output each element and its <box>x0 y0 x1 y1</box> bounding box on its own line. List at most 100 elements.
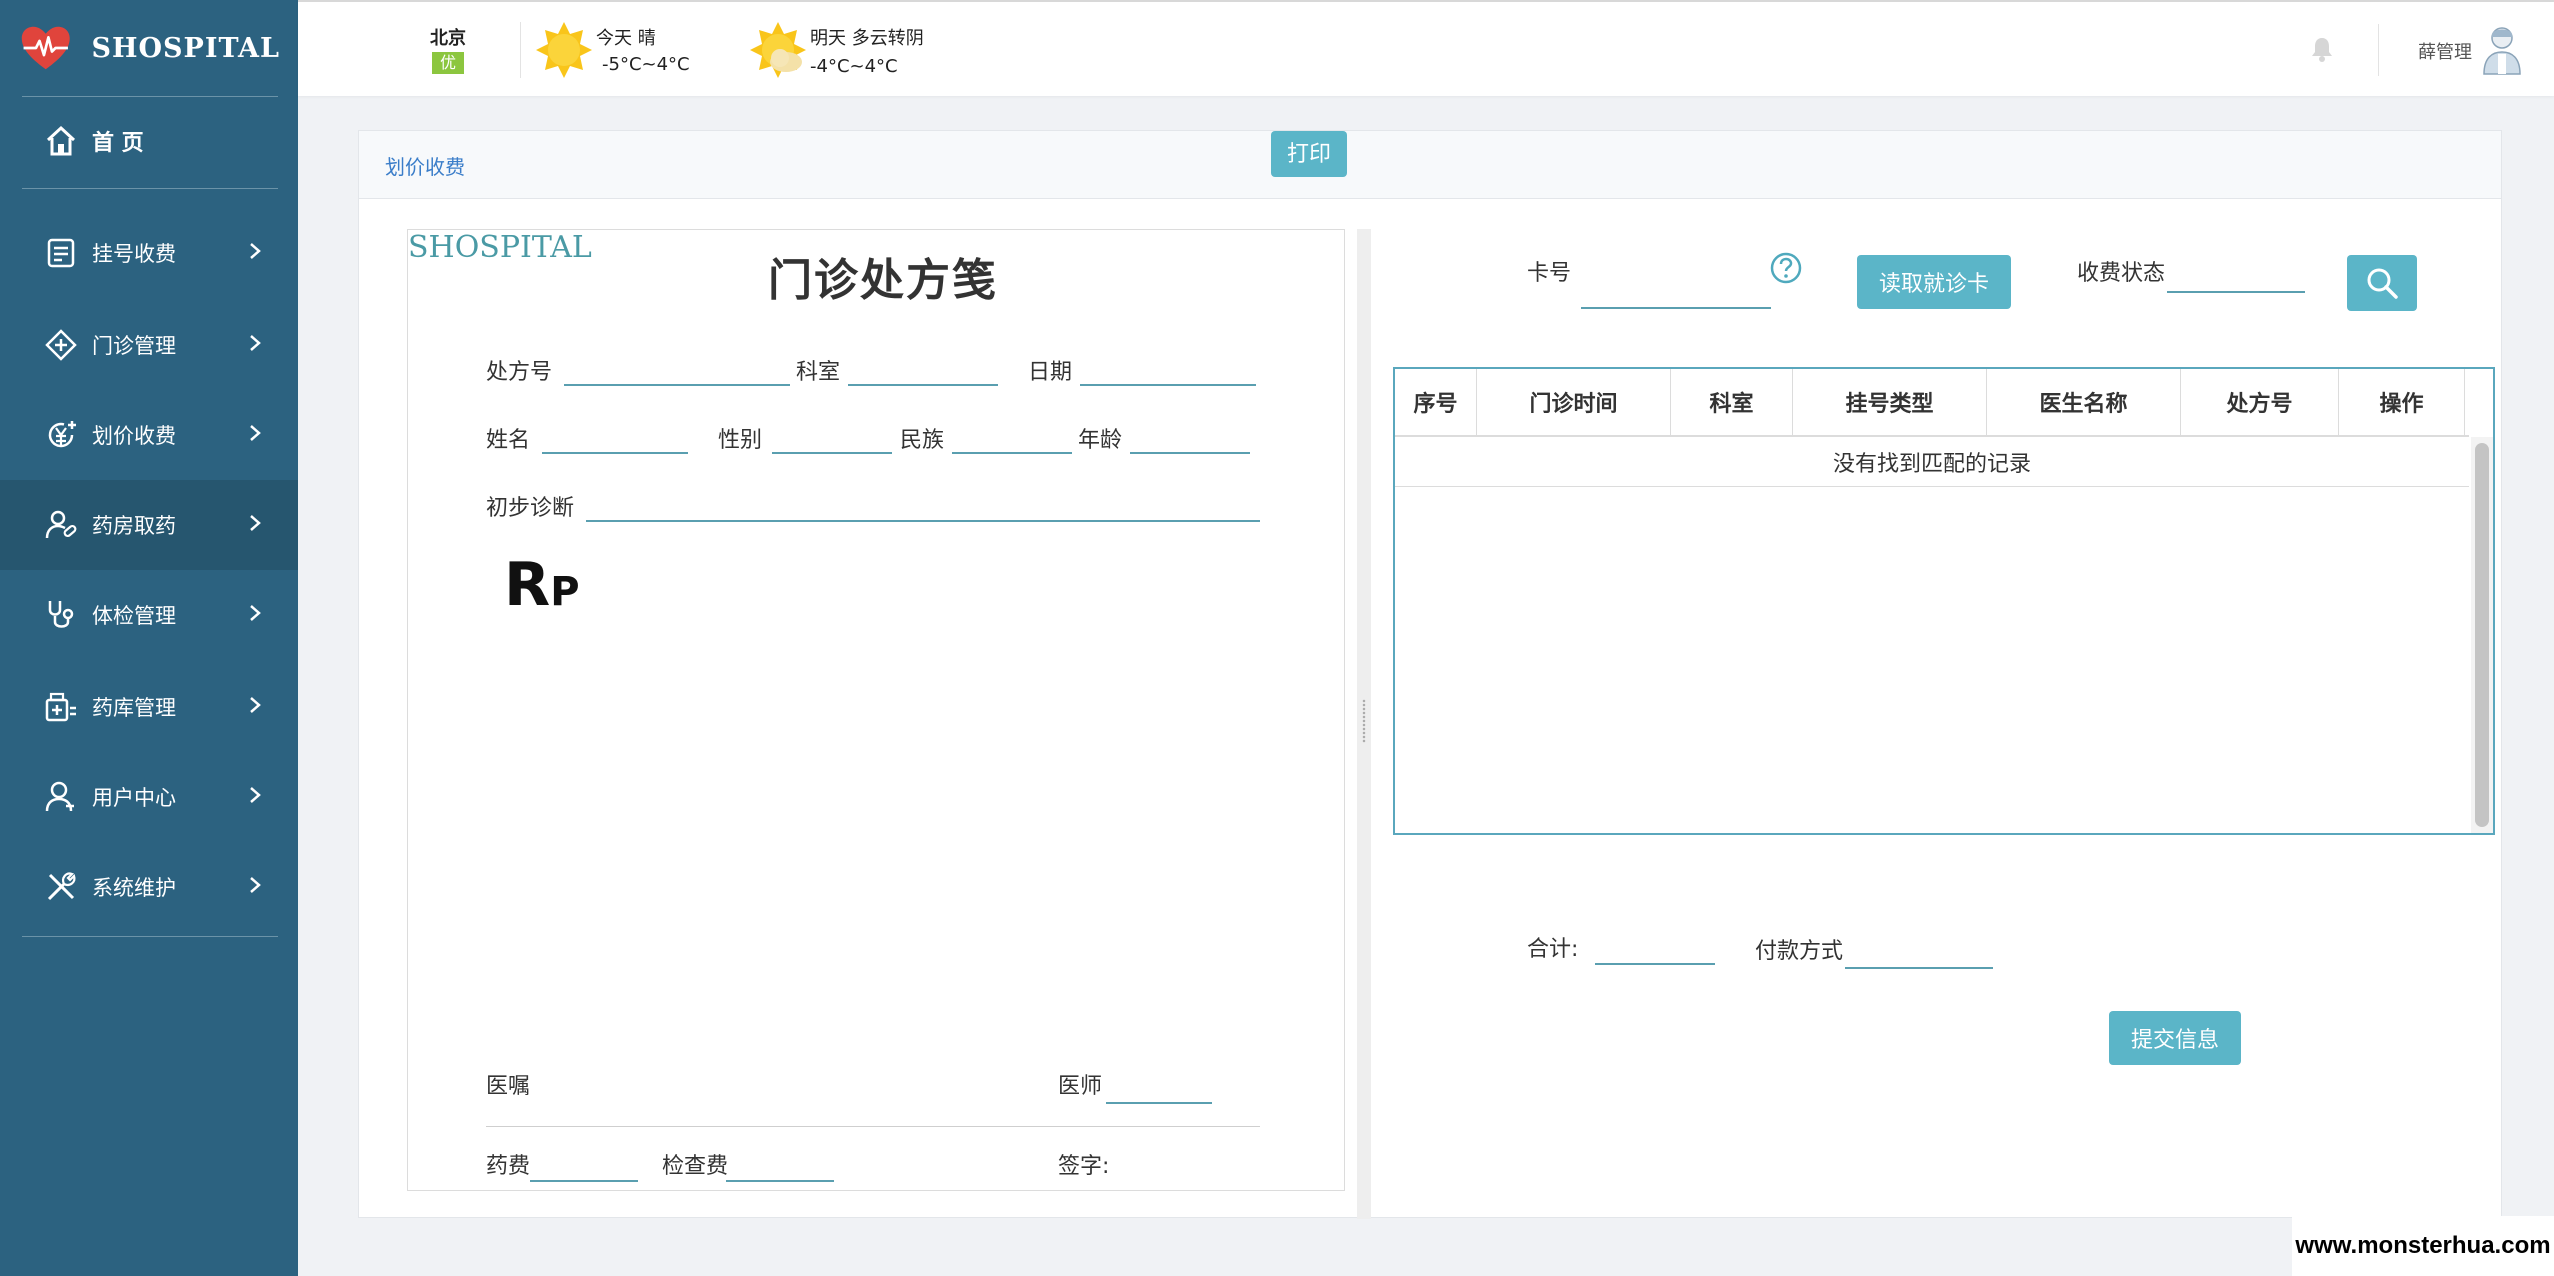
signature-label: 签字: <box>1058 1154 1110 1179</box>
age-field[interactable] <box>1130 452 1250 454</box>
print-button[interactable]: 打印 <box>1271 131 1347 177</box>
city-name: 北京 <box>430 28 466 49</box>
sidebar-item-user-center[interactable]: 用户中心 <box>0 752 298 842</box>
submit-button[interactable]: 提交信息 <box>2109 1011 2241 1065</box>
diagnosis-field[interactable] <box>586 520 1260 522</box>
card-header: 划价收费 <box>359 131 2501 199</box>
card-no-label: 卡号 <box>1527 261 1572 286</box>
chevron-right-icon <box>250 335 261 351</box>
payment-method-label: 付款方式 <box>1755 939 1844 964</box>
fee-status-label: 收费状态 <box>2077 261 2166 286</box>
drug-fee-field[interactable] <box>530 1180 638 1182</box>
dept-label: 科室 <box>796 360 841 385</box>
column-header[interactable]: 处方号 <box>2181 369 2339 435</box>
sidebar-item-medicine-storage[interactable]: 药库管理 <box>0 662 298 752</box>
tools-icon <box>47 872 76 901</box>
column-header[interactable]: 门诊时间 <box>1477 369 1671 435</box>
logo[interactable]: SHOSPITAL <box>20 20 280 76</box>
chevron-right-icon <box>250 515 261 531</box>
stethoscope-icon <box>48 601 74 628</box>
scrollbar-thumb[interactable] <box>2475 443 2489 827</box>
sidebar-item-label: 首 页 <box>92 131 144 156</box>
rx-symbol: RP <box>504 550 580 620</box>
fee-status-select[interactable] <box>2167 291 2305 293</box>
pricing-fee-icon <box>48 421 76 448</box>
chevron-right-icon <box>250 605 261 621</box>
date-label: 日期 <box>1028 360 1073 385</box>
exam-fee-field[interactable] <box>726 1180 834 1182</box>
tomorrow-weather: 明天 多云转阴 <box>810 28 924 49</box>
sidebar-divider <box>22 936 278 937</box>
help-icon[interactable] <box>1769 251 1803 285</box>
sidebar-item-register-fee[interactable]: 挂号收费 <box>0 208 298 298</box>
card-no-input[interactable] <box>1581 307 1771 309</box>
drug-fee-label: 药费 <box>486 1154 531 1179</box>
age-label: 年龄 <box>1078 428 1123 453</box>
rx-no-field[interactable] <box>564 384 790 386</box>
prescription-title: 门诊处方笺 <box>768 255 998 306</box>
sidebar-item-label: 系统维护 <box>92 876 176 900</box>
sidebar-item-outpatient[interactable]: 门诊管理 <box>0 300 298 390</box>
today-weather: 今天 晴 <box>596 28 656 49</box>
sunny-icon <box>536 22 592 78</box>
prescription-brand: SHOSPITAL <box>408 230 592 265</box>
tomorrow-temperature: -4°C~4°C <box>810 56 898 77</box>
total-label: 合计: <box>1527 937 1579 962</box>
sidebar-item-label: 用户中心 <box>92 786 176 810</box>
sidebar-item-label: 挂号收费 <box>92 242 176 266</box>
sidebar-item-system-maintenance[interactable]: 系统维护 <box>0 842 298 932</box>
sidebar-item-label: 药库管理 <box>92 696 176 720</box>
sidebar-item-physical-exam[interactable]: 体检管理 <box>0 570 298 660</box>
header-divider <box>520 22 521 78</box>
sidebar-item-label: 体检管理 <box>92 604 176 628</box>
date-field[interactable] <box>1080 384 1256 386</box>
main-card: 划价收费 打印 SHOSPITAL 门诊处方笺 处方号 科室 日期 姓名 性别 … <box>358 130 2502 1219</box>
drag-handle-icon[interactable] <box>1362 699 1366 743</box>
search-icon <box>2367 268 2398 299</box>
gender-label: 性别 <box>718 428 763 453</box>
ethnicity-label: 民族 <box>900 428 945 453</box>
sidebar-divider <box>22 188 278 189</box>
column-header[interactable]: 操作 <box>2339 369 2465 435</box>
payment-method-select[interactable] <box>1845 967 1993 969</box>
column-header[interactable]: 挂号类型 <box>1793 369 1987 435</box>
column-header[interactable]: 科室 <box>1671 369 1793 435</box>
outpatient-icon <box>45 329 77 361</box>
avatar[interactable] <box>2480 24 2524 76</box>
brand-name: SHOSPITAL <box>91 32 280 64</box>
advice-label: 医嘱 <box>486 1074 531 1099</box>
user-icon <box>45 781 74 812</box>
sidebar-item-pricing-fee[interactable]: 划价收费 <box>0 390 298 480</box>
watermark: www.monsterhua.com <box>2292 1216 2554 1276</box>
gender-field[interactable] <box>772 452 892 454</box>
prescription-form: SHOSPITAL 门诊处方笺 处方号 科室 日期 姓名 性别 民族 年龄 初步… <box>407 229 1345 1191</box>
username[interactable]: 薛管理 <box>2418 38 2472 64</box>
partly-cloudy-icon <box>750 22 806 78</box>
chevron-right-icon <box>250 243 261 259</box>
exam-fee-label: 检查费 <box>662 1154 729 1179</box>
name-field[interactable] <box>542 452 688 454</box>
doctor-field[interactable] <box>1106 1102 1212 1104</box>
chevron-right-icon <box>250 697 261 713</box>
ethnicity-field[interactable] <box>952 452 1072 454</box>
chevron-right-icon <box>250 425 261 441</box>
sidebar-item-label: 门诊管理 <box>92 334 176 358</box>
pharmacy-icon <box>45 510 77 539</box>
today-temperature: -5°C~4°C <box>602 54 690 75</box>
total-field[interactable] <box>1595 963 1715 965</box>
search-button[interactable] <box>2347 255 2417 311</box>
rx-no-label: 处方号 <box>486 360 553 385</box>
column-header[interactable]: 医生名称 <box>1987 369 2181 435</box>
column-header[interactable]: 序号 <box>1395 369 1477 435</box>
sidebar-item-pharmacy[interactable]: 药房取药 <box>0 480 298 570</box>
bell-icon[interactable] <box>2310 36 2334 62</box>
panel-splitter[interactable] <box>1357 229 1371 1219</box>
sidebar-item-label: 药房取药 <box>92 514 176 538</box>
dept-field[interactable] <box>848 384 998 386</box>
top-header: 北京 优 今天 晴 -5°C~4°C 明天 多云转阴 -4°C~4°C 薛管理 <box>298 0 2554 96</box>
home-icon <box>46 125 76 156</box>
register-fee-icon <box>47 238 75 268</box>
sidebar-item-home[interactable]: 首 页 <box>0 96 298 186</box>
read-card-button[interactable]: 读取就诊卡 <box>1857 255 2011 309</box>
prescription-divider <box>486 1126 1260 1127</box>
